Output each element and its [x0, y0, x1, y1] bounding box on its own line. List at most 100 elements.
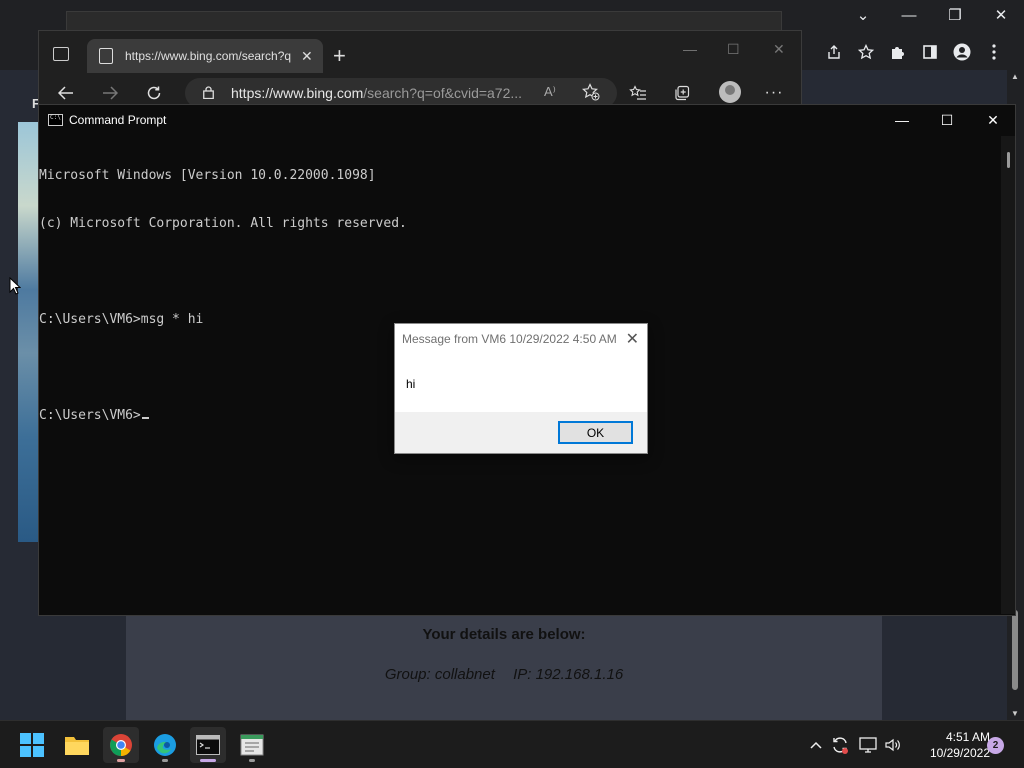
page-landscape-image — [18, 122, 40, 542]
chrome-restore-button[interactable]: ❐ — [932, 2, 978, 28]
back-arrow-icon — [58, 86, 73, 100]
file-explorer-button[interactable] — [59, 727, 95, 763]
console-line: (c) Microsoft Corporation. All rights re… — [39, 216, 407, 231]
terminal-icon — [196, 735, 220, 755]
edge-url-text: https://www.bing.com/search?q=of&cvid=a7… — [231, 85, 531, 101]
running-indicator — [162, 759, 168, 762]
clock-date: 10/29/2022 — [929, 746, 990, 760]
star-add-icon — [582, 83, 600, 101]
sync-tray-button[interactable] — [830, 735, 850, 755]
profile-icon — [953, 43, 971, 61]
volume-tray-button[interactable] — [883, 735, 903, 755]
windows-logo-icon — [20, 733, 44, 757]
side-panel-button[interactable] — [914, 38, 946, 66]
ip-value: IP: 192.168.1.16 — [513, 666, 624, 683]
chrome-icon — [110, 734, 132, 756]
notepad-taskbar-button[interactable] — [234, 727, 270, 763]
url-path: /search?q=of&cvid=a72... — [363, 85, 523, 101]
cmd-close-button[interactable]: ✕ — [970, 105, 1016, 135]
console-prompt: C:\Users\VM6> — [39, 408, 141, 423]
close-tab-icon[interactable]: ✕ — [301, 48, 313, 65]
more-horizontal-icon: ··· — [764, 84, 784, 101]
notification-badge[interactable]: 2 — [987, 737, 1004, 754]
network-tray-button[interactable] — [858, 735, 878, 755]
cmd-scrollbar[interactable] — [1001, 136, 1015, 614]
close-icon: ✕ — [994, 7, 1008, 24]
minimize-icon: — — [901, 6, 917, 24]
details-panel: Your details are below: Group: collabnet… — [126, 614, 882, 720]
sync-icon — [833, 737, 848, 754]
collections-icon — [675, 85, 690, 101]
edge-minimize-button[interactable]: — — [683, 41, 697, 57]
details-info: Group: collabnet IP: 192.168.1.16 — [126, 666, 882, 683]
edge-active-tab[interactable]: https://www.bing.com/search?q ✕ — [87, 39, 323, 73]
chevron-up-icon — [810, 741, 822, 749]
cmd-minimize-button[interactable]: — — [879, 105, 925, 135]
dialog-title: Message from VM6 10/29/2022 4:50 AM — [402, 332, 617, 346]
edge-tab-title: https://www.bing.com/search?q — [125, 49, 292, 63]
active-indicator — [200, 759, 216, 762]
message-dialog: Message from VM6 10/29/2022 4:50 AM ✕ hi… — [394, 323, 648, 454]
scroll-up-arrow-icon[interactable]: ▲ — [1011, 72, 1019, 81]
clock-time: 4:51 AM — [945, 730, 990, 744]
start-button[interactable] — [14, 727, 50, 763]
more-vertical-icon — [992, 44, 996, 60]
running-indicator — [249, 759, 255, 762]
lock-icon[interactable] — [203, 86, 214, 99]
url-host: https://www.bing.com — [231, 85, 364, 101]
cmd-maximize-button[interactable]: ☐ — [924, 105, 970, 135]
share-icon — [828, 45, 840, 59]
add-favorite-button[interactable] — [582, 83, 600, 106]
new-tab-button[interactable]: + — [333, 43, 346, 69]
command-prompt-taskbar-button[interactable] — [190, 727, 226, 763]
clock[interactable]: 4:51 AM 10/29/2022 — [910, 729, 990, 761]
share-button[interactable] — [818, 38, 850, 66]
chrome-minimize-button[interactable]: — — [886, 2, 932, 28]
notepad-icon — [240, 734, 264, 756]
scrollbar-thumb[interactable] — [1012, 610, 1018, 690]
dialog-footer: OK — [395, 412, 647, 453]
volume-icon — [885, 738, 900, 752]
mouse-pointer-icon — [9, 277, 21, 295]
edge-profile-avatar[interactable] — [719, 81, 741, 103]
bookmark-star-button[interactable] — [850, 38, 882, 66]
edge-close-button[interactable]: ✕ — [773, 41, 785, 58]
edge-maximize-button[interactable]: ☐ — [727, 41, 740, 58]
chrome-taskbar-button[interactable] — [103, 727, 139, 763]
dialog-close-button[interactable]: ✕ — [626, 329, 639, 349]
forward-arrow-icon — [103, 86, 118, 100]
read-aloud-icon[interactable]: A⁾ — [544, 84, 556, 100]
details-heading: Your details are below: — [422, 626, 586, 643]
cmd-titlebar[interactable]: Command Prompt — ☐ ✕ — [39, 105, 1015, 135]
cmd-scrollbar-thumb[interactable] — [1007, 152, 1010, 168]
tab-actions-icon[interactable] — [53, 47, 69, 61]
scroll-down-arrow-icon[interactable]: ▼ — [1011, 709, 1019, 718]
folder-icon — [65, 737, 89, 755]
chrome-menu-button[interactable] — [978, 38, 1010, 66]
chrome-close-button[interactable]: ✕ — [978, 2, 1024, 28]
favorites-list-icon — [629, 85, 646, 100]
show-hidden-icons-button[interactable] — [806, 735, 826, 755]
side-panel-icon — [923, 45, 937, 59]
cmd-app-icon — [48, 114, 63, 126]
restore-icon: ❐ — [948, 7, 962, 24]
puzzle-icon — [892, 47, 904, 59]
star-icon — [858, 44, 874, 60]
edge-taskbar-button[interactable] — [147, 727, 183, 763]
refresh-icon — [147, 86, 161, 100]
dialog-message: hi — [406, 377, 416, 391]
running-indicator — [117, 759, 125, 762]
cmd-title: Command Prompt — [69, 113, 167, 127]
text-cursor — [141, 417, 149, 419]
group-value: Group: collabnet — [384, 666, 495, 683]
windows-taskbar: 4:51 AM 10/29/2022 2 — [0, 720, 1024, 768]
tab-search-dropdown-button[interactable]: ⌄ — [840, 2, 886, 28]
minimize-icon: — — [895, 112, 909, 128]
maximize-icon: ☐ — [940, 111, 954, 128]
close-icon: ✕ — [987, 111, 999, 128]
network-icon — [859, 737, 877, 753]
ok-button[interactable]: OK — [558, 421, 633, 444]
profile-button[interactable] — [946, 38, 978, 66]
extensions-button[interactable] — [882, 38, 914, 66]
